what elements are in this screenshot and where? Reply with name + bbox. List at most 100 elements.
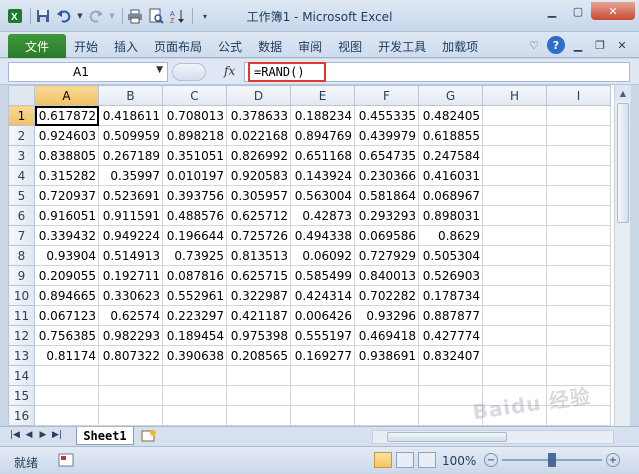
- cell[interactable]: 0.067123: [34, 305, 99, 326]
- cell[interactable]: [226, 365, 291, 386]
- horizontal-scrollbar[interactable]: [372, 430, 614, 444]
- cell[interactable]: 0.169277: [290, 345, 355, 366]
- cell[interactable]: 0.73925: [162, 245, 227, 266]
- cell[interactable]: 0.247584: [418, 145, 483, 166]
- scroll-up-icon[interactable]: ▲: [615, 85, 631, 101]
- cell[interactable]: 0.93904: [34, 245, 99, 266]
- cell[interactable]: [34, 385, 99, 406]
- row-header[interactable]: 12: [8, 325, 35, 346]
- first-sheet-icon[interactable]: |◀: [8, 430, 22, 440]
- cell[interactable]: [98, 405, 163, 426]
- formula-input[interactable]: =RAND(): [244, 62, 630, 82]
- cell[interactable]: 0.315282: [34, 165, 99, 186]
- cell[interactable]: [162, 365, 227, 386]
- tab-developer[interactable]: 开发工具: [378, 38, 426, 55]
- tab-data[interactable]: 数据: [258, 38, 282, 55]
- cell[interactable]: 0.651168: [290, 145, 355, 166]
- doc-restore-icon[interactable]: ❐: [591, 36, 609, 54]
- cell[interactable]: [482, 365, 547, 386]
- cell[interactable]: [546, 305, 611, 326]
- cell[interactable]: 0.949224: [98, 225, 163, 246]
- cell[interactable]: [418, 365, 483, 386]
- cell[interactable]: 0.916051: [34, 205, 99, 226]
- cell[interactable]: 0.010197: [162, 165, 227, 186]
- column-header[interactable]: D: [226, 85, 291, 106]
- sheet-tab-sheet1[interactable]: Sheet1: [76, 427, 134, 445]
- cell[interactable]: 0.006426: [290, 305, 355, 326]
- cell[interactable]: 0.813513: [226, 245, 291, 266]
- cell[interactable]: 0.188234: [290, 105, 355, 126]
- tab-view[interactable]: 视图: [338, 38, 362, 55]
- cell[interactable]: 0.526903: [418, 265, 483, 286]
- cell[interactable]: 0.924603: [34, 125, 99, 146]
- maximize-icon[interactable]: ▢: [565, 2, 591, 20]
- last-sheet-icon[interactable]: ▶|: [50, 430, 64, 440]
- cell[interactable]: 0.838805: [34, 145, 99, 166]
- cell[interactable]: [482, 285, 547, 306]
- cell[interactable]: [482, 205, 547, 226]
- page-break-view-icon[interactable]: [418, 452, 436, 468]
- file-tab[interactable]: 文件: [8, 34, 66, 58]
- cell[interactable]: 0.625712: [226, 205, 291, 226]
- cell[interactable]: [290, 385, 355, 406]
- close-icon[interactable]: ✕: [591, 2, 635, 20]
- row-header[interactable]: 4: [8, 165, 35, 186]
- row-header[interactable]: 3: [8, 145, 35, 166]
- column-header[interactable]: C: [162, 85, 227, 106]
- cell[interactable]: 0.196644: [162, 225, 227, 246]
- cell[interactable]: [546, 125, 611, 146]
- cell[interactable]: 0.555197: [290, 325, 355, 346]
- macro-record-icon[interactable]: [58, 453, 74, 467]
- cell[interactable]: 0.8629: [418, 225, 483, 246]
- cell[interactable]: 0.209055: [34, 265, 99, 286]
- cell[interactable]: 0.418611: [98, 105, 163, 126]
- cell[interactable]: 0.887877: [418, 305, 483, 326]
- cell[interactable]: 0.62574: [98, 305, 163, 326]
- cell[interactable]: [482, 145, 547, 166]
- cell[interactable]: [546, 205, 611, 226]
- cell[interactable]: 0.975398: [226, 325, 291, 346]
- help-icon[interactable]: ?: [547, 36, 565, 54]
- cell[interactable]: [354, 405, 419, 426]
- vertical-scroll-thumb[interactable]: [617, 103, 629, 223]
- cell[interactable]: 0.720937: [34, 185, 99, 206]
- cell[interactable]: 0.378633: [226, 105, 291, 126]
- zoom-level[interactable]: 100%: [442, 454, 476, 468]
- column-header[interactable]: B: [98, 85, 163, 106]
- horizontal-scroll-thumb[interactable]: [387, 432, 507, 442]
- cell[interactable]: 0.416031: [418, 165, 483, 186]
- column-header[interactable]: G: [418, 85, 483, 106]
- cell[interactable]: 0.393756: [162, 185, 227, 206]
- cell[interactable]: 0.523691: [98, 185, 163, 206]
- cell[interactable]: 0.469418: [354, 325, 419, 346]
- cell[interactable]: [482, 325, 547, 346]
- cell[interactable]: 0.585499: [290, 265, 355, 286]
- insert-function-icon[interactable]: fx: [224, 64, 235, 78]
- zoom-slider-thumb[interactable]: [548, 453, 556, 467]
- cell[interactable]: [546, 345, 611, 366]
- cell[interactable]: 0.938691: [354, 345, 419, 366]
- insert-sheet-icon[interactable]: [140, 429, 160, 444]
- row-header[interactable]: 8: [8, 245, 35, 266]
- cell[interactable]: 0.581864: [354, 185, 419, 206]
- cell[interactable]: [226, 405, 291, 426]
- cell[interactable]: 0.192711: [98, 265, 163, 286]
- row-header[interactable]: 5: [8, 185, 35, 206]
- cell[interactable]: 0.022168: [226, 125, 291, 146]
- doc-minimize-icon[interactable]: ▁: [569, 36, 587, 54]
- tab-home[interactable]: 开始: [74, 38, 98, 55]
- row-header[interactable]: 14: [8, 365, 35, 386]
- cell[interactable]: 0.339432: [34, 225, 99, 246]
- cell[interactable]: 0.189454: [162, 325, 227, 346]
- cell[interactable]: 0.351051: [162, 145, 227, 166]
- row-header[interactable]: 10: [8, 285, 35, 306]
- cell[interactable]: 0.840013: [354, 265, 419, 286]
- cell[interactable]: 0.807322: [98, 345, 163, 366]
- cell[interactable]: [98, 385, 163, 406]
- cell[interactable]: 0.330623: [98, 285, 163, 306]
- row-header[interactable]: 16: [8, 405, 35, 426]
- row-header[interactable]: 11: [8, 305, 35, 326]
- row-header[interactable]: 9: [8, 265, 35, 286]
- cell[interactable]: [546, 145, 611, 166]
- normal-view-icon[interactable]: [374, 452, 392, 468]
